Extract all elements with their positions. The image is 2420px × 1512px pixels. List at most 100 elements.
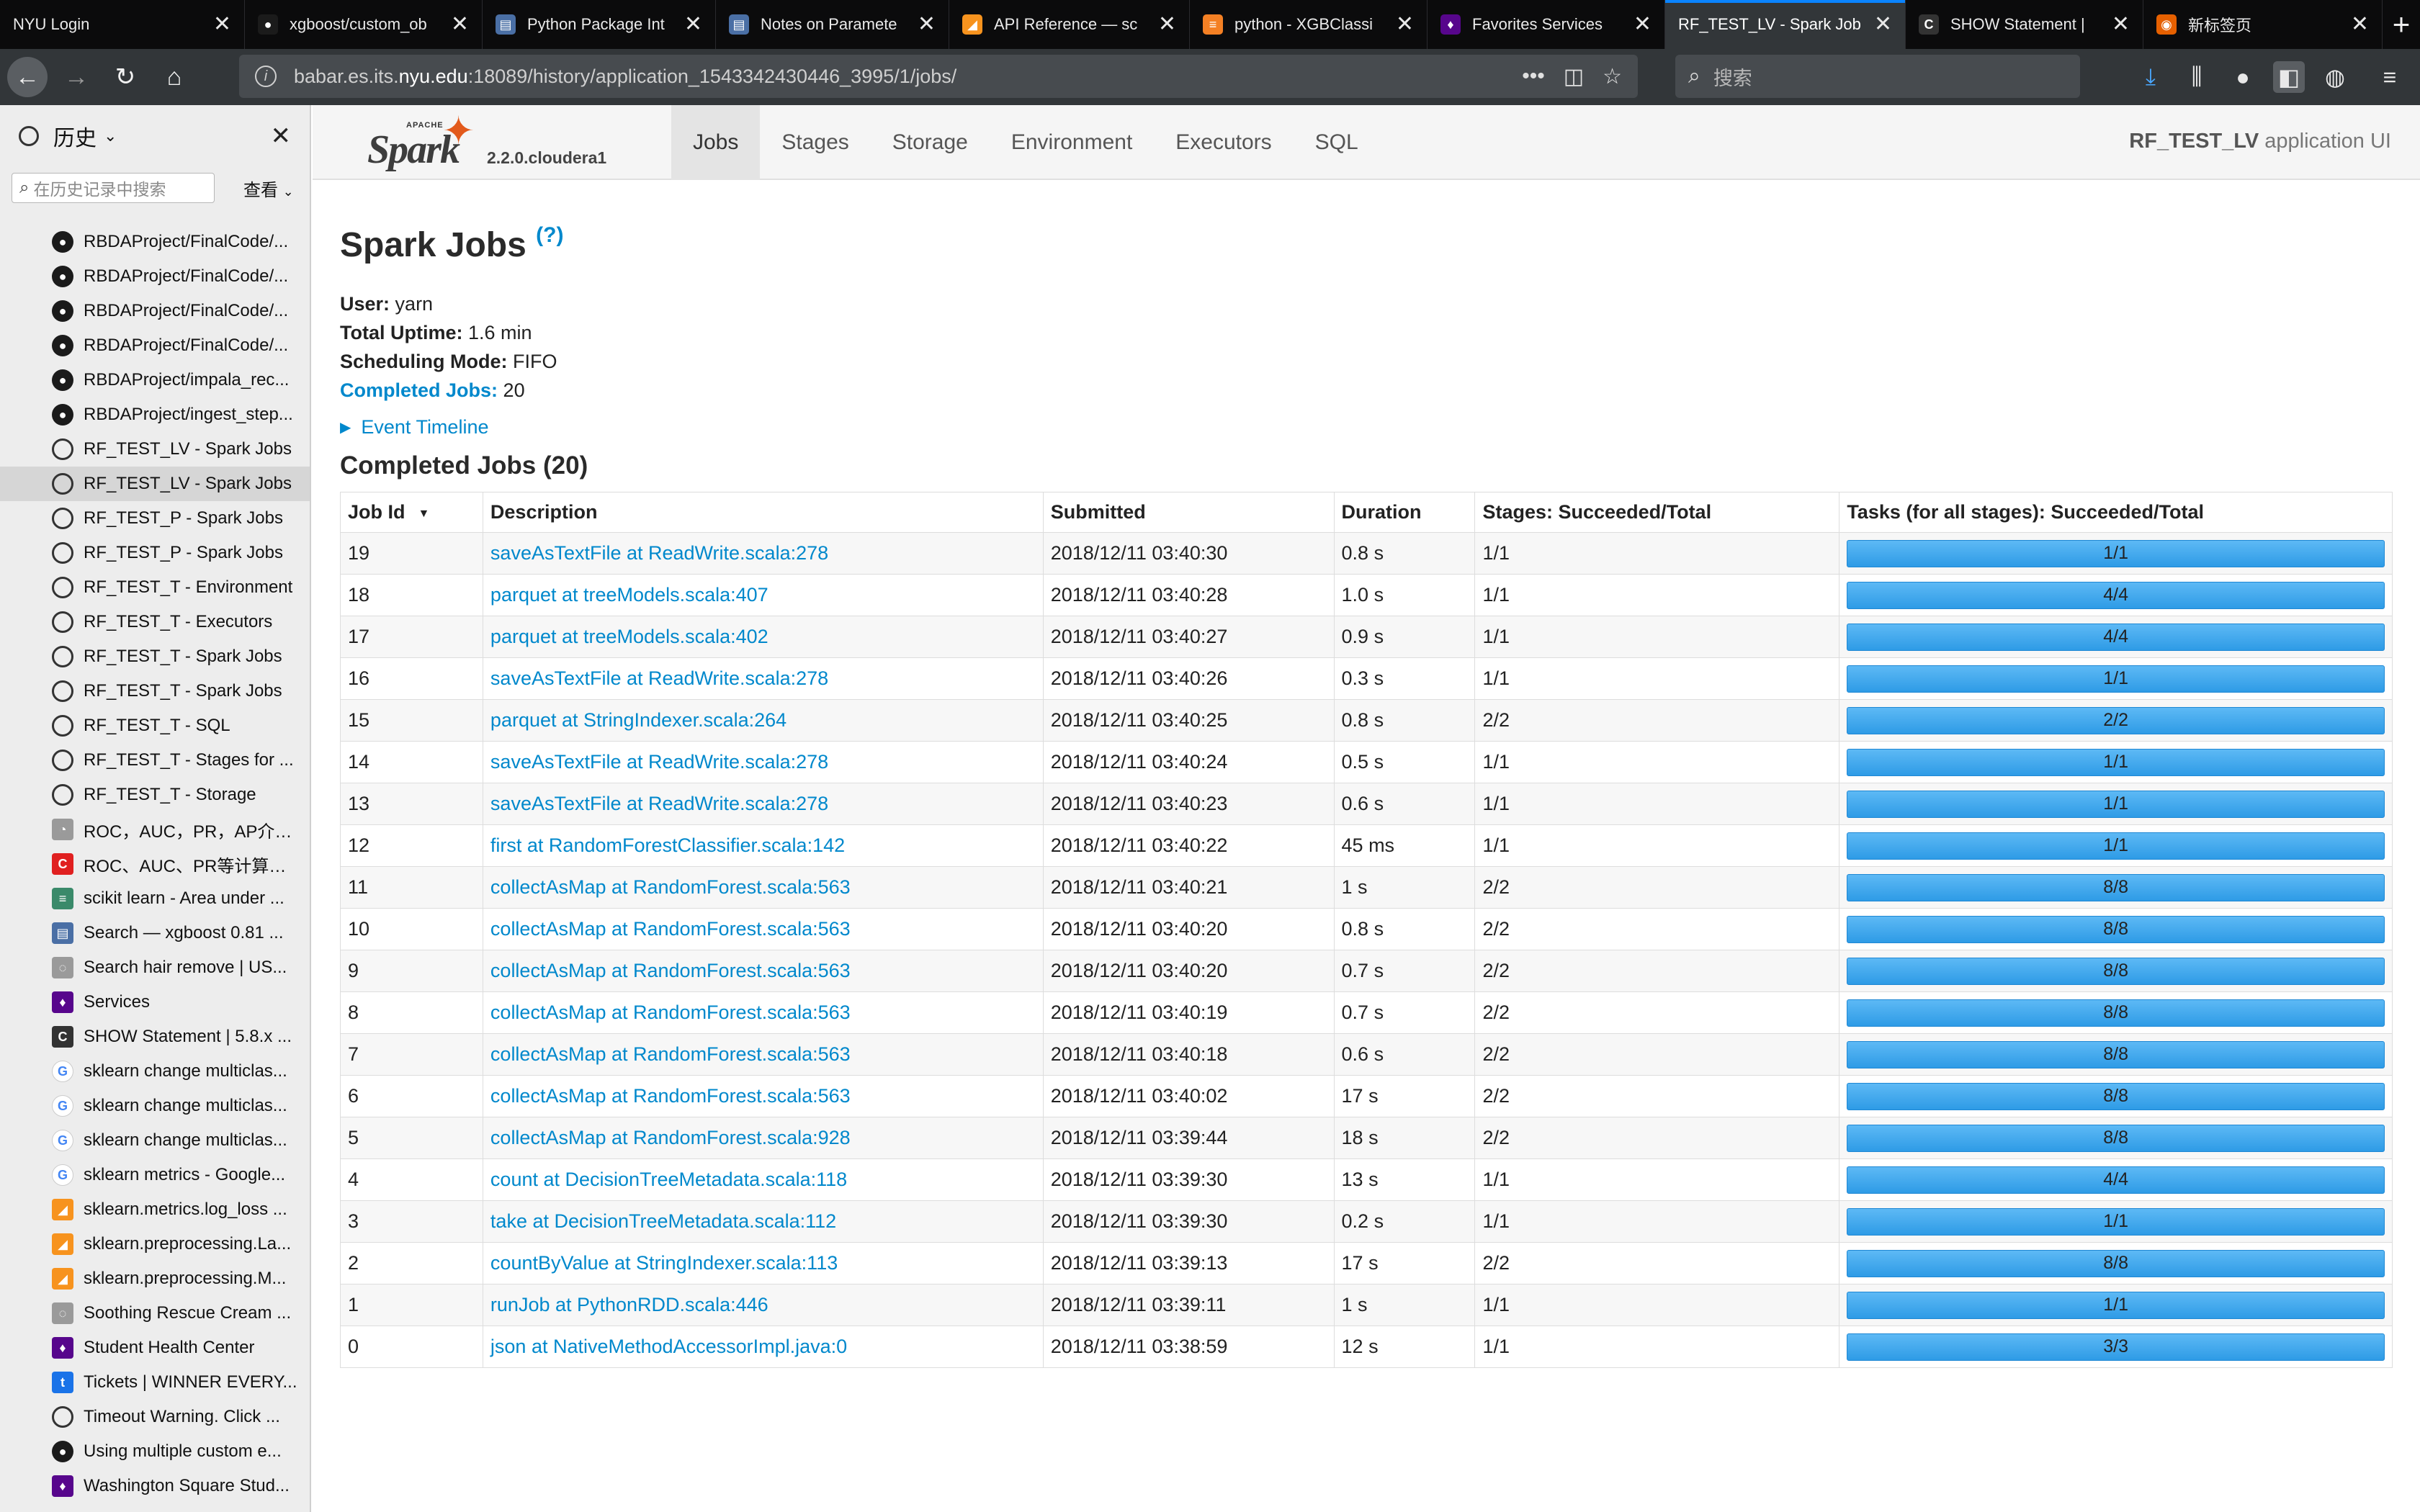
column-header[interactable]: Submitted — [1042, 492, 1335, 533]
history-item[interactable]: ◌ Search hair remove | US... — [0, 950, 310, 985]
tab-sql[interactable]: SQL — [1294, 105, 1380, 180]
event-timeline-toggle[interactable]: ▶ Event Timeline — [340, 416, 2393, 438]
history-item[interactable]: Gsklearn change multiclas... — [0, 1123, 310, 1158]
browser-tab[interactable]: ◉ 新标签页 ✕ — [2143, 0, 2383, 49]
browser-tab[interactable]: ● xgboost/custom_ob ✕ — [245, 0, 483, 49]
history-item[interactable]: RF_TEST_T - Environment — [0, 570, 310, 605]
view-dropdown[interactable]: 查看 ⌄ — [243, 176, 294, 201]
history-item[interactable]: ● RBDAProject/FinalCode/... — [0, 225, 310, 259]
tab-stages[interactable]: Stages — [760, 105, 870, 180]
history-item[interactable]: RF_TEST_T - SQL — [0, 708, 310, 743]
column-header[interactable]: Description — [482, 492, 1044, 533]
history-item[interactable]: ≡ scikit learn - Area under ... — [0, 881, 310, 916]
job-description-link[interactable]: countByValue at StringIndexer.scala:113 — [490, 1252, 838, 1274]
close-tab-icon[interactable]: ✕ — [1158, 14, 1176, 35]
chevron-down-icon[interactable]: ⌄ — [104, 127, 117, 145]
browser-tab[interactable]: ▤ Python Package Int ✕ — [483, 0, 716, 49]
close-tab-icon[interactable]: ✕ — [684, 14, 702, 35]
home-button[interactable]: ⌂ — [154, 57, 194, 97]
back-button[interactable]: ← — [7, 57, 48, 97]
close-tab-icon[interactable]: ✕ — [1396, 14, 1414, 35]
browser-tab[interactable]: NYU Login ✕ — [0, 0, 245, 49]
browser-tab[interactable]: ♦ Favorites Services ✕ — [1428, 0, 1665, 49]
job-description-link[interactable]: take at DecisionTreeMetadata.scala:112 — [490, 1210, 836, 1232]
history-item[interactable]: ♦ Washington Square Stud... — [0, 1469, 310, 1503]
history-item[interactable]: RF_TEST_LV - Spark Jobs — [0, 467, 310, 501]
address-bar[interactable]: i babar.es.its.nyu.edu:18089/history/app… — [239, 55, 1638, 98]
history-item[interactable]: ● RBDAProject/FinalCode/... — [0, 294, 310, 328]
history-item[interactable]: ◢ sklearn.preprocessing.La... — [0, 1227, 310, 1261]
url-text[interactable]: babar.es.its.nyu.edu:18089/history/appli… — [294, 66, 1503, 88]
history-item[interactable]: ● RBDAProject/FinalCode/... — [0, 328, 310, 363]
sidebar-title[interactable]: 历史 — [53, 120, 97, 152]
new-tab-button[interactable]: + — [2383, 0, 2420, 49]
history-item[interactable]: RF_TEST_T - Spark Jobs — [0, 674, 310, 708]
tab-jobs[interactable]: Jobs — [671, 105, 761, 180]
extension-icon[interactable]: ● — [2227, 61, 2259, 93]
history-search-input[interactable]: ⌕ 在历史记录中搜索 — [12, 173, 215, 203]
close-tab-icon[interactable]: ✕ — [213, 14, 231, 35]
history-item[interactable]: Gsklearn change multiclas... — [0, 1054, 310, 1089]
job-description-link[interactable]: saveAsTextFile at ReadWrite.scala:278 — [490, 793, 828, 814]
history-item[interactable]: ● RBDAProject/impala_rec... — [0, 363, 310, 397]
history-item[interactable]: RF_TEST_P - Spark Jobs — [0, 536, 310, 570]
job-description-link[interactable]: collectAsMap at RandomForest.scala:563 — [490, 960, 851, 981]
sync-icon[interactable]: ◍ — [2319, 61, 2351, 93]
history-item[interactable]: ◔ ROC，AUC，PR，AP介绍... — [0, 812, 310, 847]
column-header[interactable]: Duration — [1333, 492, 1476, 533]
job-description-link[interactable]: saveAsTextFile at ReadWrite.scala:278 — [490, 751, 828, 773]
history-item[interactable]: t Tickets | WINNER EVERY... — [0, 1365, 310, 1400]
page-actions-icon[interactable]: ••• — [1522, 64, 1545, 89]
close-sidebar-icon[interactable]: ✕ — [271, 122, 292, 150]
history-item[interactable]: Gsklearn metrics - Google... — [0, 1158, 310, 1192]
history-item[interactable]: RF_TEST_P - Spark Jobs — [0, 501, 310, 536]
job-description-link[interactable]: json at NativeMethodAccessorImpl.java:0 — [490, 1336, 847, 1357]
close-tab-icon[interactable]: ✕ — [1634, 14, 1652, 35]
history-item[interactable]: Gsklearn change multiclas... — [0, 1089, 310, 1123]
job-description-link[interactable]: saveAsTextFile at ReadWrite.scala:278 — [490, 667, 828, 689]
job-description-link[interactable]: collectAsMap at RandomForest.scala:563 — [490, 876, 851, 898]
close-tab-icon[interactable]: ✕ — [2351, 14, 2369, 35]
tab-environment[interactable]: Environment — [990, 105, 1154, 180]
close-tab-icon[interactable]: ✕ — [918, 14, 936, 35]
job-description-link[interactable]: parquet at treeModels.scala:402 — [490, 626, 768, 647]
bookmark-star-icon[interactable]: ☆ — [1603, 64, 1622, 89]
job-description-link[interactable]: saveAsTextFile at ReadWrite.scala:278 — [490, 542, 828, 564]
job-description-link[interactable]: collectAsMap at RandomForest.scala:928 — [490, 1127, 851, 1148]
tab-storage[interactable]: Storage — [871, 105, 990, 180]
history-item[interactable]: RF_TEST_LV - Spark Jobs — [0, 432, 310, 467]
job-description-link[interactable]: collectAsMap at RandomForest.scala:563 — [490, 1085, 851, 1107]
history-item[interactable]: Timeout Warning. Click ... — [0, 1400, 310, 1434]
history-item[interactable]: C ROC、AUC、PR等计算方... — [0, 847, 310, 881]
job-description-link[interactable]: count at DecisionTreeMetadata.scala:118 — [490, 1169, 847, 1190]
menu-icon[interactable]: ≡ — [2374, 61, 2406, 93]
history-item[interactable]: RF_TEST_T - Executors — [0, 605, 310, 639]
history-item[interactable]: ● RBDAProject/ingest_step... — [0, 397, 310, 432]
site-info-icon[interactable]: i — [255, 66, 277, 87]
history-item[interactable]: C SHOW Statement | 5.8.x ... — [0, 1020, 310, 1054]
history-item[interactable]: RF_TEST_T - Stages for ... — [0, 743, 310, 778]
job-description-link[interactable]: collectAsMap at RandomForest.scala:563 — [490, 1043, 851, 1065]
history-item[interactable]: ♦ Student Health Center — [0, 1331, 310, 1365]
sidebar-toggle-icon[interactable]: ◧ — [2273, 61, 2305, 93]
column-header[interactable]: Job Id ▼ — [340, 492, 483, 533]
search-box[interactable]: ⌕ 搜索 — [1675, 55, 2080, 98]
history-item[interactable]: RF_TEST_T - Spark Jobs — [0, 639, 310, 674]
job-description-link[interactable]: parquet at treeModels.scala:407 — [490, 584, 768, 606]
history-item[interactable]: ● Using multiple custom e... — [0, 1434, 310, 1469]
job-description-link[interactable]: first at RandomForestClassifier.scala:14… — [490, 834, 845, 856]
pocket-icon[interactable]: ◫ — [1564, 64, 1584, 89]
job-description-link[interactable]: collectAsMap at RandomForest.scala:563 — [490, 1002, 851, 1023]
browser-tab[interactable]: ◢ API Reference — sc ✕ — [949, 0, 1190, 49]
history-item[interactable]: ◌ Soothing Rescue Cream ... — [0, 1296, 310, 1331]
job-description-link[interactable]: collectAsMap at RandomForest.scala:563 — [490, 918, 851, 940]
library-icon[interactable]: ⫼ — [2181, 61, 2213, 93]
close-tab-icon[interactable]: ✕ — [2112, 14, 2130, 35]
browser-tab[interactable]: ▤ Notes on Paramete ✕ — [716, 0, 949, 49]
browser-tab[interactable]: C SHOW Statement | ✕ — [1906, 0, 2143, 49]
completed-jobs-link[interactable]: Completed Jobs: — [340, 379, 498, 401]
browser-tab[interactable]: ≡ python - XGBClassi ✕ — [1190, 0, 1428, 49]
history-item[interactable]: ● RBDAProject/FinalCode/... — [0, 259, 310, 294]
column-header[interactable]: Tasks (for all stages): Succeeded/Total — [1839, 492, 2393, 533]
history-item[interactable]: ◢ sklearn.preprocessing.M... — [0, 1261, 310, 1296]
